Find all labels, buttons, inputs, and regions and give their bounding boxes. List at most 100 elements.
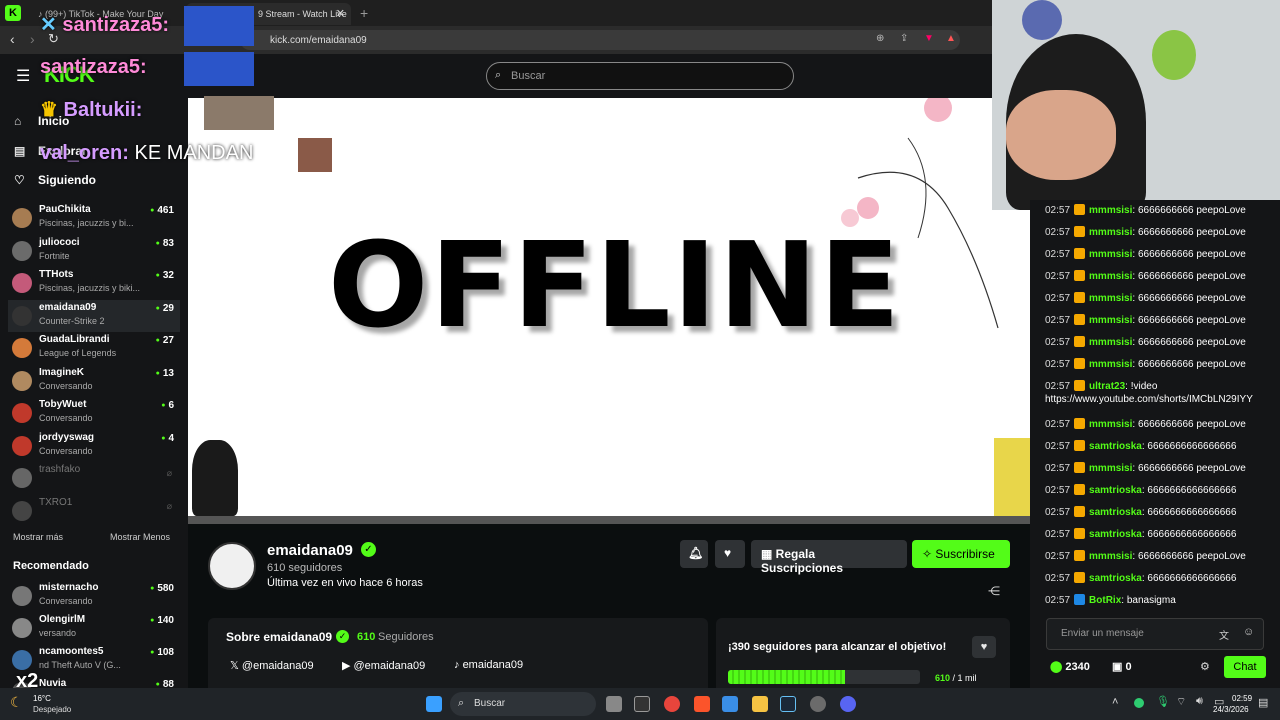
plush-toy-left xyxy=(1022,0,1062,40)
recommended-channel[interactable]: OlengirlM versando 140 xyxy=(8,612,180,644)
about-follower-label: Seguidores xyxy=(378,631,434,643)
chat-username[interactable]: mmmsisi xyxy=(1089,315,1132,326)
chat-username[interactable]: mmmsisi xyxy=(1089,337,1132,348)
social-youtube-link[interactable]: ▶ @emaidana09 xyxy=(342,659,425,672)
brave-rewards-icon[interactable]: ▲ xyxy=(946,33,956,44)
chat-link[interactable]: https://www.youtube.com/shorts/IMCbLN29I… xyxy=(1045,394,1253,405)
file-explorer-icon[interactable] xyxy=(606,696,622,712)
chat-username[interactable]: mmmsisi xyxy=(1089,359,1132,370)
goal-heart-button[interactable]: ♥ xyxy=(972,636,996,658)
steam-icon[interactable] xyxy=(780,696,796,712)
emoji-icon[interactable]: ☺ xyxy=(1243,626,1254,638)
nav-siguiendo[interactable]: ♡ Siguiendo xyxy=(14,173,96,187)
followed-channel[interactable]: TXRO1 ⌀ xyxy=(8,495,180,527)
channel-category: Conversando xyxy=(39,413,93,423)
show-less-button[interactable]: Mostrar Menos xyxy=(110,532,170,542)
overlay-line-3: ♛ Baltukii: xyxy=(40,99,143,121)
clock-date[interactable]: 24/3/2026 xyxy=(1213,705,1249,714)
subscriber-badge-icon xyxy=(1074,484,1086,495)
search-input[interactable]: ⌕ Buscar xyxy=(486,62,794,90)
chat-username[interactable]: mmmsisi xyxy=(1089,249,1132,260)
brave-icon[interactable] xyxy=(694,696,710,712)
followed-channel[interactable]: jordyyswag Conversando 4 xyxy=(8,430,180,462)
goal-progress-fill xyxy=(728,670,846,684)
store-icon[interactable] xyxy=(722,696,738,712)
channel-name[interactable]: emaidana09 xyxy=(267,542,353,559)
subscribe-button[interactable]: ✧ Suscribirse xyxy=(912,540,1010,568)
followed-channel[interactable]: TTHots Piscinas, jacuzzis y biki... 32 xyxy=(8,267,180,299)
share-icon[interactable]: ⋲ xyxy=(988,584,1000,598)
viewer-count: 6 xyxy=(161,400,174,411)
close-tab-icon[interactable]: ✕ xyxy=(336,7,345,20)
notification-icon[interactable]: ▤ xyxy=(1258,696,1268,709)
points-indicator[interactable]: ⬤ 2340 xyxy=(1050,660,1090,673)
recommended-channel[interactable]: misternacho Conversando 580 xyxy=(8,580,180,612)
chat-username[interactable]: mmmsisi xyxy=(1089,205,1132,216)
share-icon[interactable]: ⇪ xyxy=(900,33,908,44)
followed-channel[interactable]: ImagineK Conversando 13 xyxy=(8,365,180,397)
viewer-count: 83 xyxy=(156,238,174,249)
tray-status-icon[interactable] xyxy=(1134,698,1144,708)
gift-subs-button[interactable]: ▦ Regala Suscripciones xyxy=(751,540,907,575)
viewer-count: 29 xyxy=(156,303,174,314)
followed-channel[interactable]: juliococi Fortnite 83 xyxy=(8,235,180,267)
chat-username[interactable]: samtrioska xyxy=(1089,507,1142,518)
show-more-button[interactable]: Mostrar más xyxy=(13,532,63,542)
follow-button[interactable]: ♥ xyxy=(715,540,745,568)
back-icon[interactable]: ‹ xyxy=(10,31,15,47)
volume-icon[interactable]: 🔊︎ xyxy=(1196,695,1203,708)
tray-chevron-icon[interactable]: ˄ xyxy=(1112,696,1118,708)
chat-username[interactable]: samtrioska xyxy=(1089,573,1142,584)
chat-username[interactable]: ultrat23 xyxy=(1089,381,1125,392)
chat-username[interactable]: BotRix xyxy=(1089,595,1121,606)
notification-button[interactable]: 🔔︎ xyxy=(680,540,708,568)
chat-settings-icon[interactable]: ⚙ xyxy=(1200,660,1210,673)
channel-category: Piscinas, jacuzzis y bi... xyxy=(39,218,134,228)
forward-icon[interactable]: › xyxy=(30,31,35,47)
drops-indicator[interactable]: ▣ 0 xyxy=(1112,660,1132,673)
taskbar-search[interactable]: ⌕ Buscar xyxy=(450,692,596,716)
followed-channel[interactable]: emaidana09 Counter-Strike 2 29 xyxy=(8,299,180,332)
subscriber-badge-icon xyxy=(1074,594,1086,605)
player-progress-bar[interactable] xyxy=(188,516,1030,524)
translate-icon[interactable]: 文 xyxy=(1219,627,1229,642)
mic-icon[interactable]: 🎙︎ xyxy=(1156,695,1170,708)
followed-channel[interactable]: trashfako ⌀ xyxy=(8,462,180,494)
chat-send-button[interactable]: Chat xyxy=(1224,656,1266,678)
social-tiktok-link[interactable]: ♪ emaidana09 xyxy=(454,659,523,671)
chat-username[interactable]: mmmsisi xyxy=(1089,419,1132,430)
url-field[interactable]: kick.com/emaidana09 ⊕ ⇪ ▼ ▲ xyxy=(240,30,960,50)
channel-avatar[interactable] xyxy=(208,542,256,590)
epic-games-icon[interactable] xyxy=(634,696,650,712)
chat-username[interactable]: samtrioska xyxy=(1089,529,1142,540)
chat-username[interactable]: samtrioska xyxy=(1089,485,1142,496)
kick-favicon[interactable]: K xyxy=(5,5,21,21)
social-x-link[interactable]: 𝕏 @emaidana09 xyxy=(230,659,314,672)
chrome-icon[interactable] xyxy=(664,696,680,712)
overlay-emote-3 xyxy=(204,96,274,130)
chat-username[interactable]: mmmsisi xyxy=(1089,551,1132,562)
followed-channel[interactable]: PauChikita Piscinas, jacuzzis y bi... 461 xyxy=(8,202,180,234)
channel-name: TobyWuet xyxy=(39,399,87,410)
youtube-icon: ▶ xyxy=(342,660,354,672)
crown-icon: ♛ xyxy=(40,99,64,121)
followed-channel[interactable]: GuadaLibrandi League of Legends 27 xyxy=(8,332,180,364)
followed-channel[interactable]: TobyWuet Conversando 6 xyxy=(8,397,180,429)
chat-input[interactable]: Enviar un mensaje 文 ☺ xyxy=(1046,618,1264,650)
zoom-icon[interactable]: ⊕ xyxy=(876,33,884,44)
wifi-icon[interactable]: ⌔ xyxy=(1176,695,1186,709)
settings-app-icon[interactable] xyxy=(810,696,826,712)
discord-icon[interactable] xyxy=(840,696,856,712)
folder-icon[interactable] xyxy=(752,696,768,712)
start-icon[interactable] xyxy=(426,696,442,712)
brave-shield-icon[interactable]: ▼ xyxy=(924,33,934,44)
chat-username[interactable]: mmmsisi xyxy=(1089,463,1132,474)
chat-username[interactable]: samtrioska xyxy=(1089,441,1142,452)
new-tab-button[interactable]: + xyxy=(360,5,368,21)
chat-username[interactable]: mmmsisi xyxy=(1089,227,1132,238)
menu-icon[interactable]: ☰ xyxy=(16,66,30,86)
chat-username[interactable]: mmmsisi xyxy=(1089,293,1132,304)
chat-username[interactable]: mmmsisi xyxy=(1089,271,1132,282)
clock-time[interactable]: 02:59 xyxy=(1232,694,1252,703)
chat-message: 02:57 mmmsisi: 6666666666 peepoLove xyxy=(1045,270,1246,282)
